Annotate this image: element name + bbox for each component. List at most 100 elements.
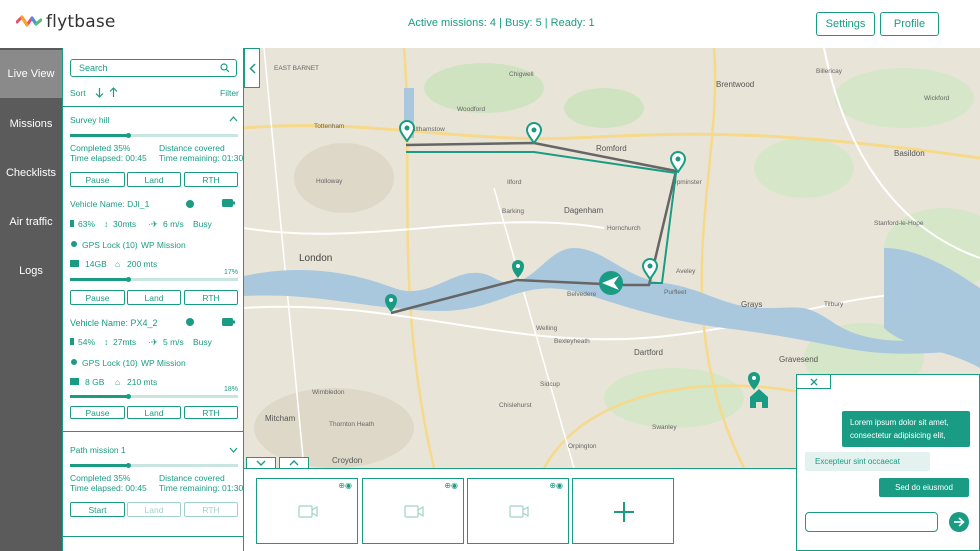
chat-message-input[interactable] — [805, 512, 938, 532]
filter-label[interactable]: Filter — [220, 88, 239, 98]
divider — [63, 431, 243, 432]
video-feed-tile[interactable]: ⊕◉ — [362, 478, 464, 544]
waypoint-pin-icon[interactable] — [511, 259, 525, 279]
feeds-expand-button[interactable] — [279, 457, 309, 469]
remaining-text: Time remaining: 01:30 — [159, 153, 244, 163]
pause-button[interactable]: Pause — [70, 406, 125, 419]
waypoint-pin-icon[interactable] — [384, 293, 398, 313]
close-chat-button[interactable] — [797, 375, 831, 389]
video-feed-tile[interactable]: ⊕◉ — [256, 478, 358, 544]
mission-title: Path mission 1 — [70, 445, 126, 455]
mission-panel: Search Sort Filter Survey hill Completed… — [62, 48, 244, 551]
map-label: Belvedere — [567, 291, 597, 298]
progress-fill — [70, 464, 129, 467]
pause-button[interactable]: Pause — [70, 290, 125, 305]
vehicle-name: Vehicle Name: DJI_1 — [70, 199, 150, 209]
map-label: Swanley — [652, 424, 677, 431]
progress-fill — [70, 278, 129, 281]
waypoint-pin-icon[interactable] — [670, 151, 686, 173]
vehicle-progress-bar — [70, 277, 238, 282]
home-distance: 200 mts — [127, 259, 158, 269]
map-label: Croydon — [332, 456, 363, 465]
flight-mode: WP Mission — [141, 358, 186, 368]
nav-item-air-traffic[interactable]: Air traffic — [0, 198, 62, 246]
progress-marker — [126, 463, 131, 468]
map-label: Purfleet — [664, 289, 687, 296]
nav-item-live-view[interactable]: Live View — [0, 50, 62, 98]
speed-icon: ·✈ — [148, 337, 158, 347]
close-icon — [810, 378, 817, 385]
battery-small-icon — [70, 338, 74, 345]
vehicle-progress-bar — [70, 394, 238, 399]
sort-label[interactable]: Sort — [70, 88, 86, 98]
rth-button[interactable]: RTH — [184, 290, 238, 305]
land-button[interactable]: Land — [127, 406, 181, 419]
map-label: Thornton Heath — [329, 421, 375, 428]
send-message-button[interactable] — [949, 512, 969, 532]
waypoint-pin-icon[interactable] — [526, 122, 542, 144]
progress-fill — [70, 395, 129, 398]
land-button[interactable]: Land — [127, 502, 181, 517]
rth-button[interactable]: RTH — [184, 172, 238, 187]
profile-button[interactable]: Profile — [880, 12, 939, 36]
nav-item-logs[interactable]: Logs — [0, 247, 62, 295]
progress-marker — [126, 394, 131, 399]
start-button[interactable]: Start — [70, 502, 125, 517]
map-label: Woodford — [457, 106, 486, 113]
altitude-icon: ↕ — [104, 219, 109, 229]
land-button[interactable]: Land — [127, 172, 181, 187]
feeds-collapse-button[interactable] — [246, 457, 276, 469]
map-label: Dagenham — [564, 206, 604, 215]
gps-status: GPS Lock (10) — [82, 358, 138, 368]
map-label: Tilbury — [824, 301, 844, 308]
home-distance: 210 mts — [127, 377, 158, 387]
waypoint-pin-icon[interactable] — [642, 258, 658, 280]
search-input[interactable]: Search — [70, 59, 237, 77]
waypoint-pin-icon[interactable] — [399, 120, 415, 142]
video-camera-icon — [404, 505, 424, 518]
chevron-down-icon[interactable] — [229, 447, 238, 453]
nav-item-missions[interactable]: Missions — [0, 100, 62, 148]
mission-status-summary: Active missions: 4 | Busy: 5 | Ready: 1 — [408, 17, 595, 29]
rth-button[interactable]: RTH — [184, 502, 238, 517]
feed-controls-icon[interactable]: ⊕◉ — [444, 481, 458, 490]
map-label: Gravesend — [779, 355, 819, 364]
gps-icon — [71, 359, 77, 365]
chat-message-outgoing: Sed do eiusmod — [879, 478, 969, 497]
vehicle-name: Vehicle Name: PX4_2 — [70, 318, 158, 328]
feed-controls-icon[interactable]: ⊕◉ — [338, 481, 352, 490]
video-feed-tile[interactable]: ⊕◉ — [467, 478, 569, 544]
speed-icon: ·✈ — [148, 219, 158, 229]
flytbase-logo[interactable]: flytbase — [16, 12, 116, 32]
altitude-value: 30mts — [113, 219, 137, 229]
sort-descending-icon[interactable] — [95, 87, 104, 98]
add-feed-button[interactable] — [572, 478, 674, 544]
map-label: Wimbledon — [312, 389, 345, 396]
map-label: Billericay — [816, 68, 843, 75]
collapse-panel-button[interactable] — [244, 48, 260, 88]
distance-text: Distance covered — [159, 473, 225, 483]
chevron-up-icon[interactable] — [229, 116, 238, 122]
mission-title: Survey hill — [70, 115, 110, 125]
distance-text: Distance covered — [159, 143, 225, 153]
rth-button[interactable]: RTH — [184, 406, 238, 419]
drone-arrow-icon[interactable] — [597, 270, 625, 296]
map-label: Brentwood — [716, 80, 755, 89]
gps-status: GPS Lock (10) — [82, 240, 138, 250]
feed-controls-icon[interactable]: ⊕◉ — [549, 481, 563, 490]
home-icon: ⌂ — [115, 377, 121, 387]
chat-message-incoming: Excepteur sint occaecat — [805, 452, 930, 471]
settings-button[interactable]: Settings — [816, 12, 875, 36]
home-icon[interactable] — [749, 387, 769, 409]
nav-item-checklists[interactable]: Checklists — [0, 149, 62, 197]
vehicle-progress-label: 17% — [224, 269, 239, 276]
sort-ascending-icon[interactable] — [109, 87, 118, 98]
vehicle-status-dot — [186, 318, 194, 326]
battery-value: 54% — [78, 337, 96, 347]
pause-button[interactable]: Pause — [70, 172, 125, 187]
search-icon[interactable] — [220, 63, 230, 73]
progress-marker — [126, 277, 131, 282]
map-label: Chislehurst — [499, 402, 532, 409]
vehicle-progress-label: 18% — [224, 386, 239, 393]
land-button[interactable]: Land — [127, 290, 181, 305]
